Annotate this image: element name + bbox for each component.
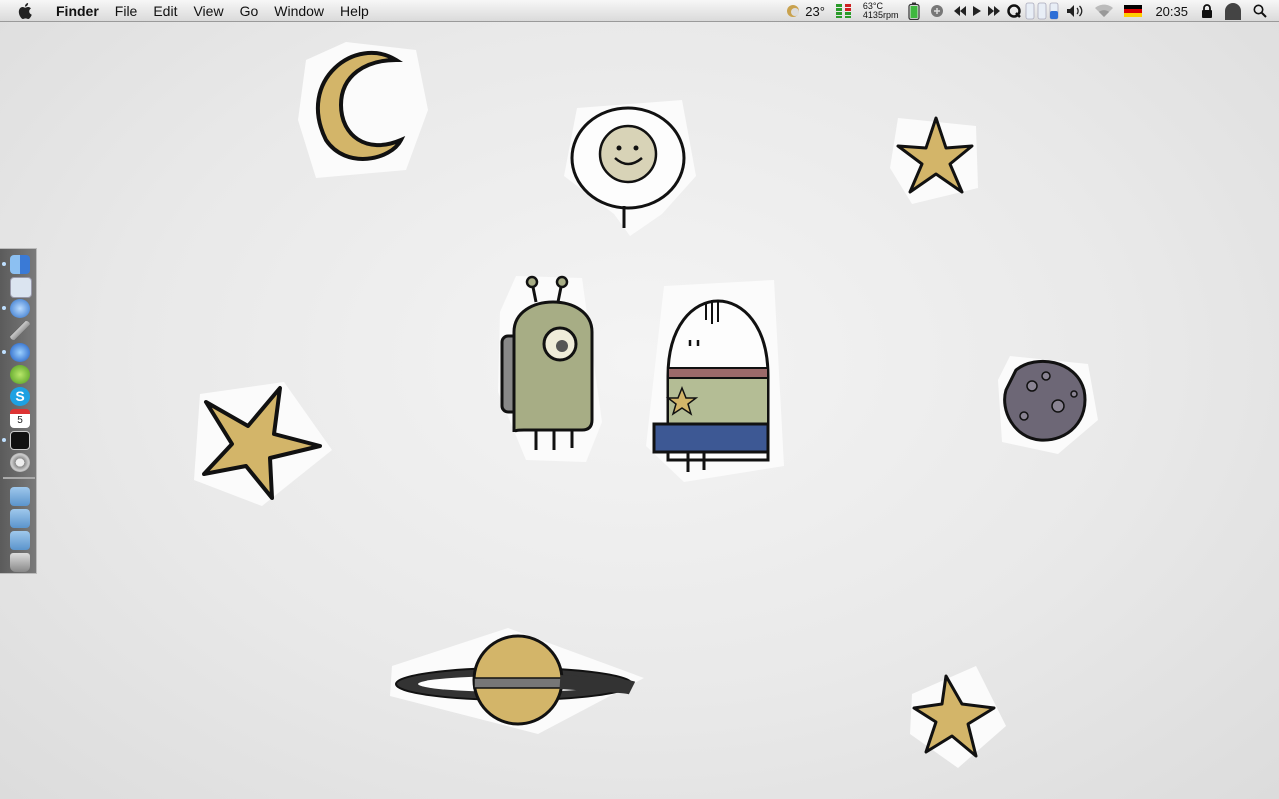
previous-track-icon[interactable]	[954, 0, 967, 22]
textedit-icon[interactable]	[10, 277, 32, 298]
volume-icon[interactable]	[1066, 0, 1084, 22]
astronaut-sticker	[646, 280, 784, 482]
menu-window[interactable]: Window	[266, 0, 332, 22]
applications-folder-icon[interactable]	[10, 487, 30, 506]
star-sticker	[910, 666, 1006, 768]
documents-folder-icon[interactable]	[10, 509, 30, 528]
apple-menu-icon[interactable]	[16, 1, 36, 21]
moon-sticker	[298, 42, 428, 178]
downloads-folder-icon[interactable]	[10, 531, 30, 550]
menu-bar: Finder File Edit View Go Window Help 23°…	[0, 0, 1279, 22]
adium-icon[interactable]	[10, 365, 30, 384]
ical-icon[interactable]: 5	[10, 409, 30, 428]
dock: S 5	[0, 248, 37, 574]
running-indicator	[2, 306, 6, 310]
weather-status[interactable]: 23°	[785, 0, 825, 22]
running-indicator	[2, 350, 6, 354]
wifi-icon[interactable]	[1094, 0, 1114, 22]
finder-icon[interactable]	[10, 255, 30, 274]
running-indicator	[2, 262, 6, 266]
fan-speed: 4135rpm	[862, 10, 899, 20]
input-source-flag-icon[interactable]	[1124, 0, 1143, 22]
dock-separator	[3, 477, 35, 479]
terminal-icon[interactable]	[10, 431, 30, 450]
battery-icon[interactable]	[908, 0, 921, 22]
alien-sticker	[498, 275, 602, 462]
trash-icon[interactable]	[10, 553, 30, 572]
temperature-fan-status[interactable]: 63°C 4135rpm	[863, 2, 899, 20]
menu-help[interactable]: Help	[332, 0, 377, 22]
star-sticker	[890, 116, 978, 204]
weather-icon	[787, 5, 800, 17]
star-sticker	[194, 382, 332, 506]
menu-file[interactable]: File	[107, 0, 146, 22]
cpu-meter-icon[interactable]	[835, 0, 853, 22]
next-track-icon[interactable]	[988, 0, 1001, 22]
skype-icon[interactable]: S	[10, 387, 30, 406]
itunes-icon[interactable]	[10, 343, 30, 362]
safari-icon[interactable]	[10, 299, 30, 318]
memory-meter-icon[interactable]	[1025, 0, 1059, 22]
running-indicator	[2, 438, 6, 442]
tools-icon[interactable]	[10, 321, 30, 340]
smiley-balloon-sticker	[564, 100, 696, 236]
menu-view[interactable]: View	[185, 0, 231, 22]
menu-clock[interactable]: 20:35	[1155, 4, 1188, 19]
spotlight-icon[interactable]	[1253, 0, 1267, 22]
saturn-sticker	[390, 628, 644, 734]
system-preferences-icon[interactable]	[10, 453, 30, 472]
menu-go[interactable]: Go	[232, 0, 267, 22]
play-icon[interactable]	[973, 0, 982, 22]
sync-icon[interactable]	[930, 0, 944, 22]
moon-rock-sticker	[998, 356, 1098, 454]
quicksilver-icon[interactable]	[1007, 0, 1022, 22]
weather-temp: 23°	[805, 3, 825, 19]
time-machine-icon[interactable]	[1223, 0, 1243, 22]
menu-finder[interactable]: Finder	[48, 0, 107, 22]
menu-edit[interactable]: Edit	[145, 0, 185, 22]
lock-icon[interactable]	[1201, 0, 1213, 22]
